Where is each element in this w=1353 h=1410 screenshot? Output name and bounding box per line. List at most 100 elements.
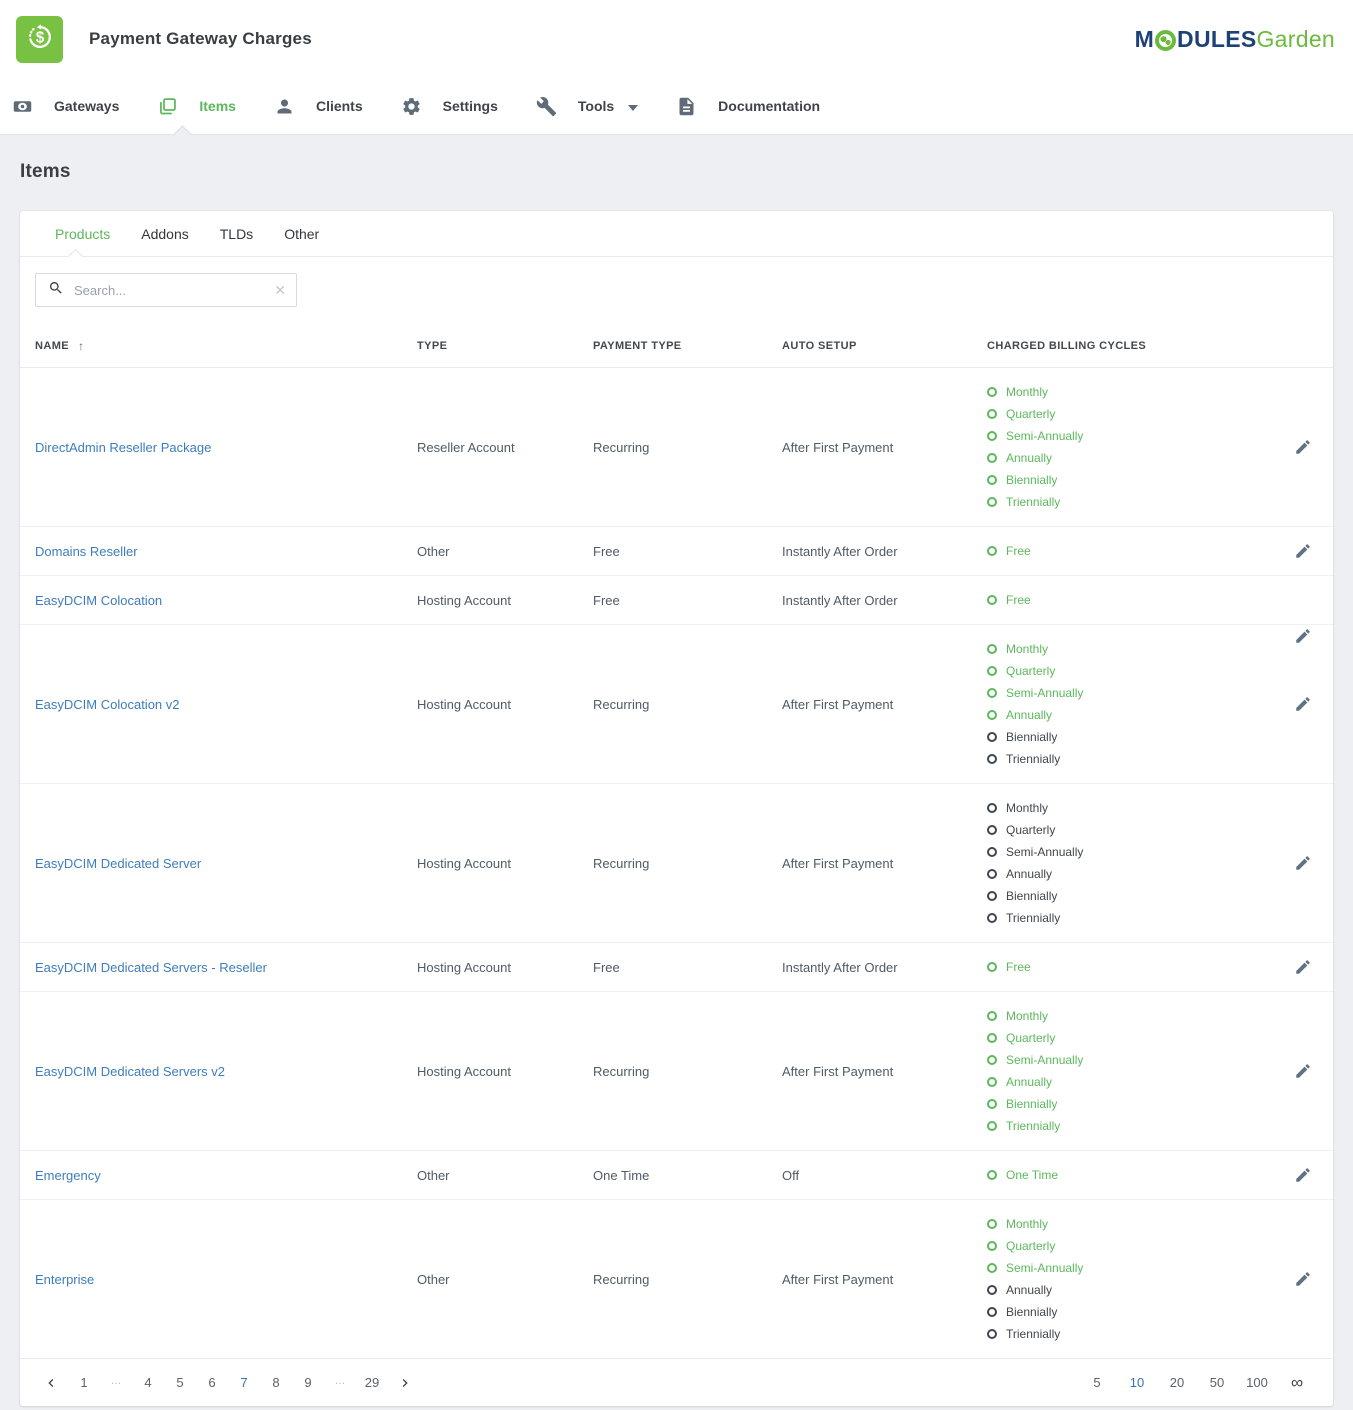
billing-cycle-label: Biennially <box>1006 730 1057 744</box>
page-size-5[interactable]: 5 <box>1084 1375 1110 1390</box>
circle-icon <box>987 962 997 972</box>
billing-cycle-label: Triennially <box>1006 1119 1060 1133</box>
edit-pencil-icon[interactable] <box>1294 627 1312 645</box>
billing-cycle-quarterly: Quarterly <box>987 819 1271 841</box>
recurring-dollar-icon: $ <box>24 21 56 58</box>
page-size-infinity[interactable]: ∞ <box>1284 1373 1310 1393</box>
actions-cell <box>1294 1166 1333 1184</box>
close-icon[interactable]: ✕ <box>274 283 286 297</box>
table-row: EasyDCIM ColocationHosting AccountFreeIn… <box>20 576 1333 625</box>
billing-cycle-label: Semi-Annually <box>1006 845 1083 859</box>
billing-cycle-monthly: Monthly <box>987 381 1271 403</box>
circle-icon <box>987 1241 997 1251</box>
page-ellipsis: … <box>103 1375 129 1390</box>
column-header-name[interactable]: NAME ↑ <box>35 339 417 353</box>
billing-cycle-label: One Time <box>1006 1168 1058 1182</box>
page-number-6[interactable]: 6 <box>199 1375 225 1390</box>
charged-billing-cycles-cell: Free <box>987 576 1271 624</box>
page-size-20[interactable]: 20 <box>1164 1375 1190 1390</box>
table-row: EasyDCIM Colocation v2Hosting AccountRec… <box>20 625 1333 784</box>
tab-addons[interactable]: Addons <box>141 226 188 242</box>
nav-item-items[interactable]: Items <box>157 78 255 134</box>
column-header-auto-setup[interactable]: AUTO SETUP <box>782 340 987 352</box>
tab-other[interactable]: Other <box>284 226 319 242</box>
item-name-link[interactable]: EasyDCIM Dedicated Servers - Reseller <box>35 960 267 975</box>
page-number-5[interactable]: 5 <box>167 1375 193 1390</box>
edit-pencil-icon[interactable] <box>1294 1166 1312 1184</box>
billing-cycle-triennially: Triennially <box>987 748 1271 770</box>
modulesgarden-logo: MDULESGarden <box>1135 26 1335 53</box>
column-header-payment-type[interactable]: PAYMENT TYPE <box>593 340 782 352</box>
circle-icon <box>987 1329 997 1339</box>
content-area: Items ProductsAddonsTLDsOther ✕ NAME ↑ <box>0 161 1353 1406</box>
items-stack-icon <box>157 96 178 117</box>
edit-pencil-icon[interactable] <box>1294 1270 1312 1288</box>
page-number-1[interactable]: 1 <box>71 1375 97 1390</box>
items-card: Products Addons TLDs Other ✕ NAME ↑ TYPE PA… <box>20 211 1333 1406</box>
item-name-link[interactable]: EasyDCIM Dedicated Server <box>35 856 201 871</box>
item-type-cell: Other <box>417 1168 593 1183</box>
tab-products[interactable]: Products <box>55 226 110 242</box>
nav-item-gateways[interactable]: Gateways <box>12 78 138 134</box>
circle-icon <box>987 1011 997 1021</box>
nav-item-tools[interactable]: Tools <box>536 78 657 134</box>
circle-icon <box>987 847 997 857</box>
billing-cycle-free: Free <box>987 589 1271 611</box>
page-number-8[interactable]: 8 <box>263 1375 289 1390</box>
billing-cycle-free: Free <box>987 956 1271 978</box>
chevron-down-icon <box>628 98 638 114</box>
edit-pencil-icon[interactable] <box>1294 958 1312 976</box>
billing-cycle-label: Semi-Annually <box>1006 686 1083 700</box>
chevron-right-icon[interactable] <box>394 1372 416 1394</box>
column-header-charged-billing-cycles[interactable]: CHARGED BILLING CYCLES <box>987 340 1271 352</box>
nav-item-clients[interactable]: Clients <box>274 78 382 134</box>
billing-cycle-label: Annually <box>1006 451 1052 465</box>
page-numbers: 1…456789…29 <box>68 1375 388 1390</box>
page-number-9[interactable]: 9 <box>295 1375 321 1390</box>
app-logo: $ <box>16 16 63 63</box>
billing-cycle-monthly: Monthly <box>987 1005 1271 1027</box>
search-box: ✕ <box>35 273 297 307</box>
page-number-29[interactable]: 29 <box>359 1375 385 1390</box>
edit-pencil-icon[interactable] <box>1294 854 1312 872</box>
actions-cell <box>1294 695 1333 713</box>
billing-cycle-label: Biennially <box>1006 1097 1057 1111</box>
item-type-cell: Hosting Account <box>417 856 593 871</box>
document-icon <box>676 96 697 117</box>
nav-item-documentation[interactable]: Documentation <box>676 78 839 134</box>
column-header-type[interactable]: TYPE <box>417 340 593 352</box>
item-name-link[interactable]: EasyDCIM Colocation <box>35 593 162 608</box>
billing-cycle-label: Quarterly <box>1006 407 1055 421</box>
chevron-left-icon[interactable] <box>40 1372 62 1394</box>
tab-tlds[interactable]: TLDs <box>220 226 253 242</box>
edit-pencil-icon[interactable] <box>1294 695 1312 713</box>
item-name-link[interactable]: Domains Reseller <box>35 544 138 559</box>
item-payment-type-cell: Recurring <box>593 1064 782 1079</box>
table-row: Domains ResellerOtherFreeInstantly After… <box>20 527 1333 576</box>
nav-item-label: Documentation <box>718 98 820 114</box>
item-name-link[interactable]: EasyDCIM Dedicated Servers v2 <box>35 1064 225 1079</box>
page-size-10[interactable]: 10 <box>1124 1375 1150 1390</box>
page-size-50[interactable]: 50 <box>1204 1375 1230 1390</box>
actions-cell <box>1294 854 1333 872</box>
charged-billing-cycles-cell: MonthlyQuarterlySemi-AnnuallyAnnuallyBie… <box>987 625 1271 783</box>
circle-icon <box>987 497 997 507</box>
page-size-100[interactable]: 100 <box>1244 1375 1270 1390</box>
page-number-7[interactable]: 7 <box>231 1375 257 1390</box>
circle-icon <box>987 1077 997 1087</box>
item-name-link[interactable]: Emergency <box>35 1168 101 1183</box>
circle-icon <box>987 1285 997 1295</box>
page-number-4[interactable]: 4 <box>135 1375 161 1390</box>
billing-cycle-semi-annually: Semi-Annually <box>987 682 1271 704</box>
nav-item-settings[interactable]: Settings <box>401 78 517 134</box>
item-type-cell: Other <box>417 544 593 559</box>
item-name-link[interactable]: Enterprise <box>35 1272 94 1287</box>
edit-pencil-icon[interactable] <box>1294 438 1312 456</box>
edit-pencil-icon[interactable] <box>1294 1062 1312 1080</box>
billing-cycle-quarterly: Quarterly <box>987 1235 1271 1257</box>
circle-icon <box>987 475 997 485</box>
item-name-link[interactable]: EasyDCIM Colocation v2 <box>35 697 180 712</box>
edit-pencil-icon[interactable] <box>1294 542 1312 560</box>
item-name-link[interactable]: DirectAdmin Reseller Package <box>35 440 211 455</box>
search-input[interactable] <box>74 283 274 298</box>
